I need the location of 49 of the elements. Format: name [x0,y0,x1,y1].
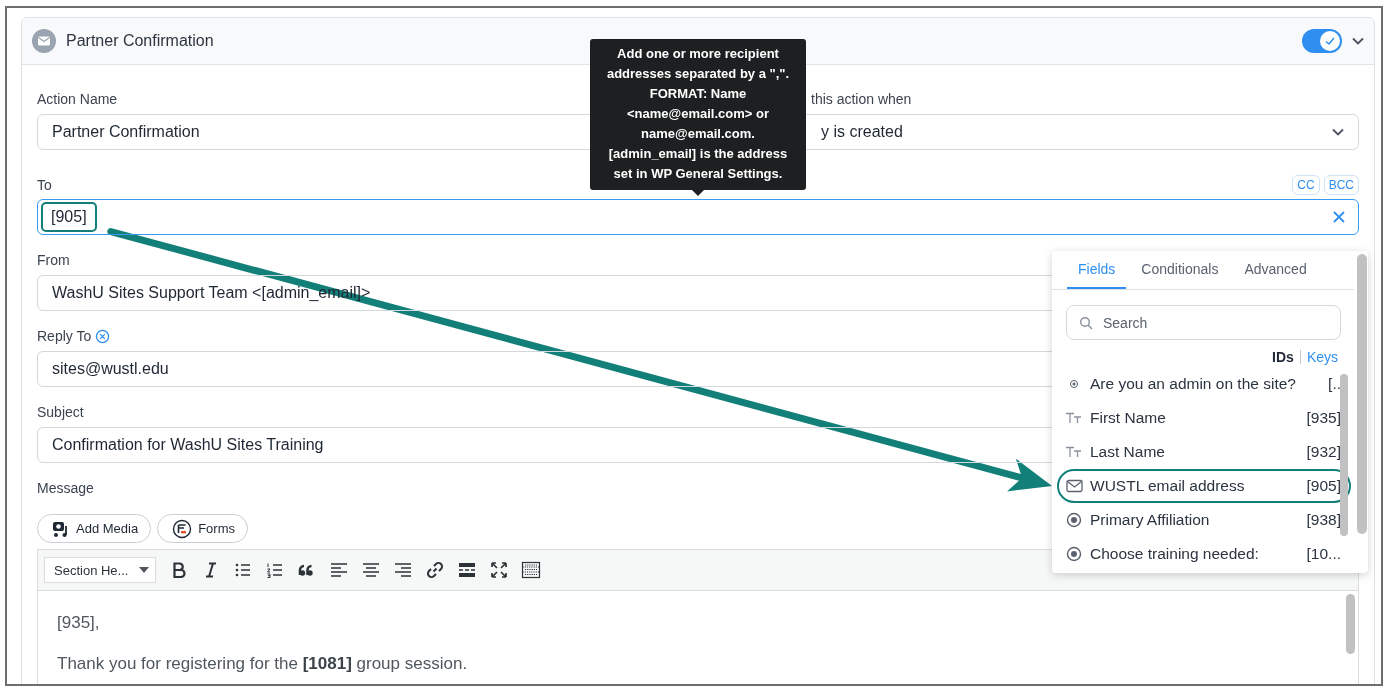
remove-icon[interactable] [95,328,111,344]
check-icon [1324,35,1336,47]
dropdown-arrow-icon [139,567,149,573]
search-icon [1079,315,1093,330]
message-paragraph: Thank you for registering for the [1081] group session. [57,653,469,675]
add-media-button[interactable]: Add Media [37,514,152,543]
help-tooltip: Add one or more recipient addresses separated by a ",". FORMAT: Name <name@email.com> or name@email.com. [admin_email] is the address set in WP General Settings. [590,39,806,190]
text-type-icon [1065,445,1083,459]
field-label: Reply To [37,328,92,344]
field-list-item[interactable]: Primary Affiliation [938] [1057,503,1351,537]
radio-icon [1066,546,1082,562]
collapse-chevron-icon[interactable] [1352,37,1364,45]
field-label: To [37,177,52,193]
scrollbar[interactable] [1357,254,1367,534]
fullscreen-icon[interactable] [489,560,509,580]
align-left-icon[interactable] [329,560,349,580]
field-label: Message [37,480,94,496]
message-paragraph: [935], [57,612,101,634]
align-center-icon[interactable] [361,560,381,580]
action-title: Partner Confirmation [66,32,215,50]
forms-button[interactable]: Forms [157,514,248,543]
text-type-icon [1065,411,1083,425]
enable-toggle[interactable] [1302,29,1342,53]
forms-icon [172,518,193,539]
search-field[interactable]: Search [1066,305,1341,340]
media-icon [52,519,70,538]
align-right-icon[interactable] [393,560,413,580]
field-label: Subject [37,404,84,420]
scrollbar[interactable] [1346,594,1355,654]
message-body-field[interactable]: [935], Thank you for registering for the [1081] group session. [38,591,1358,684]
envelope-icon [1065,479,1083,493]
field-label: this action when [811,91,912,107]
field-label: Action Name [37,91,118,107]
id-mode-link[interactable]: IDs [1272,349,1294,365]
dropdown-chevron-icon[interactable] [1332,128,1344,136]
toolbar-toggle-icon[interactable] [521,560,541,580]
radio-icon [1069,379,1079,389]
clear-icon[interactable] [1332,210,1346,224]
scrollbar[interactable] [1340,374,1348,536]
read-more-icon[interactable] [457,560,477,580]
link-icon[interactable] [425,560,445,580]
envelope-icon [32,29,56,53]
field-list-item[interactable]: Choose training needed: [10... [1057,537,1351,571]
recipients-field[interactable]: [905] [37,199,1359,235]
recipient-tag[interactable]: [905] [41,202,97,232]
field-label: From [37,252,70,268]
format-dropdown[interactable]: Section He... [44,557,156,583]
radio-icon [1066,512,1082,528]
tooltip-pointer [692,190,704,196]
